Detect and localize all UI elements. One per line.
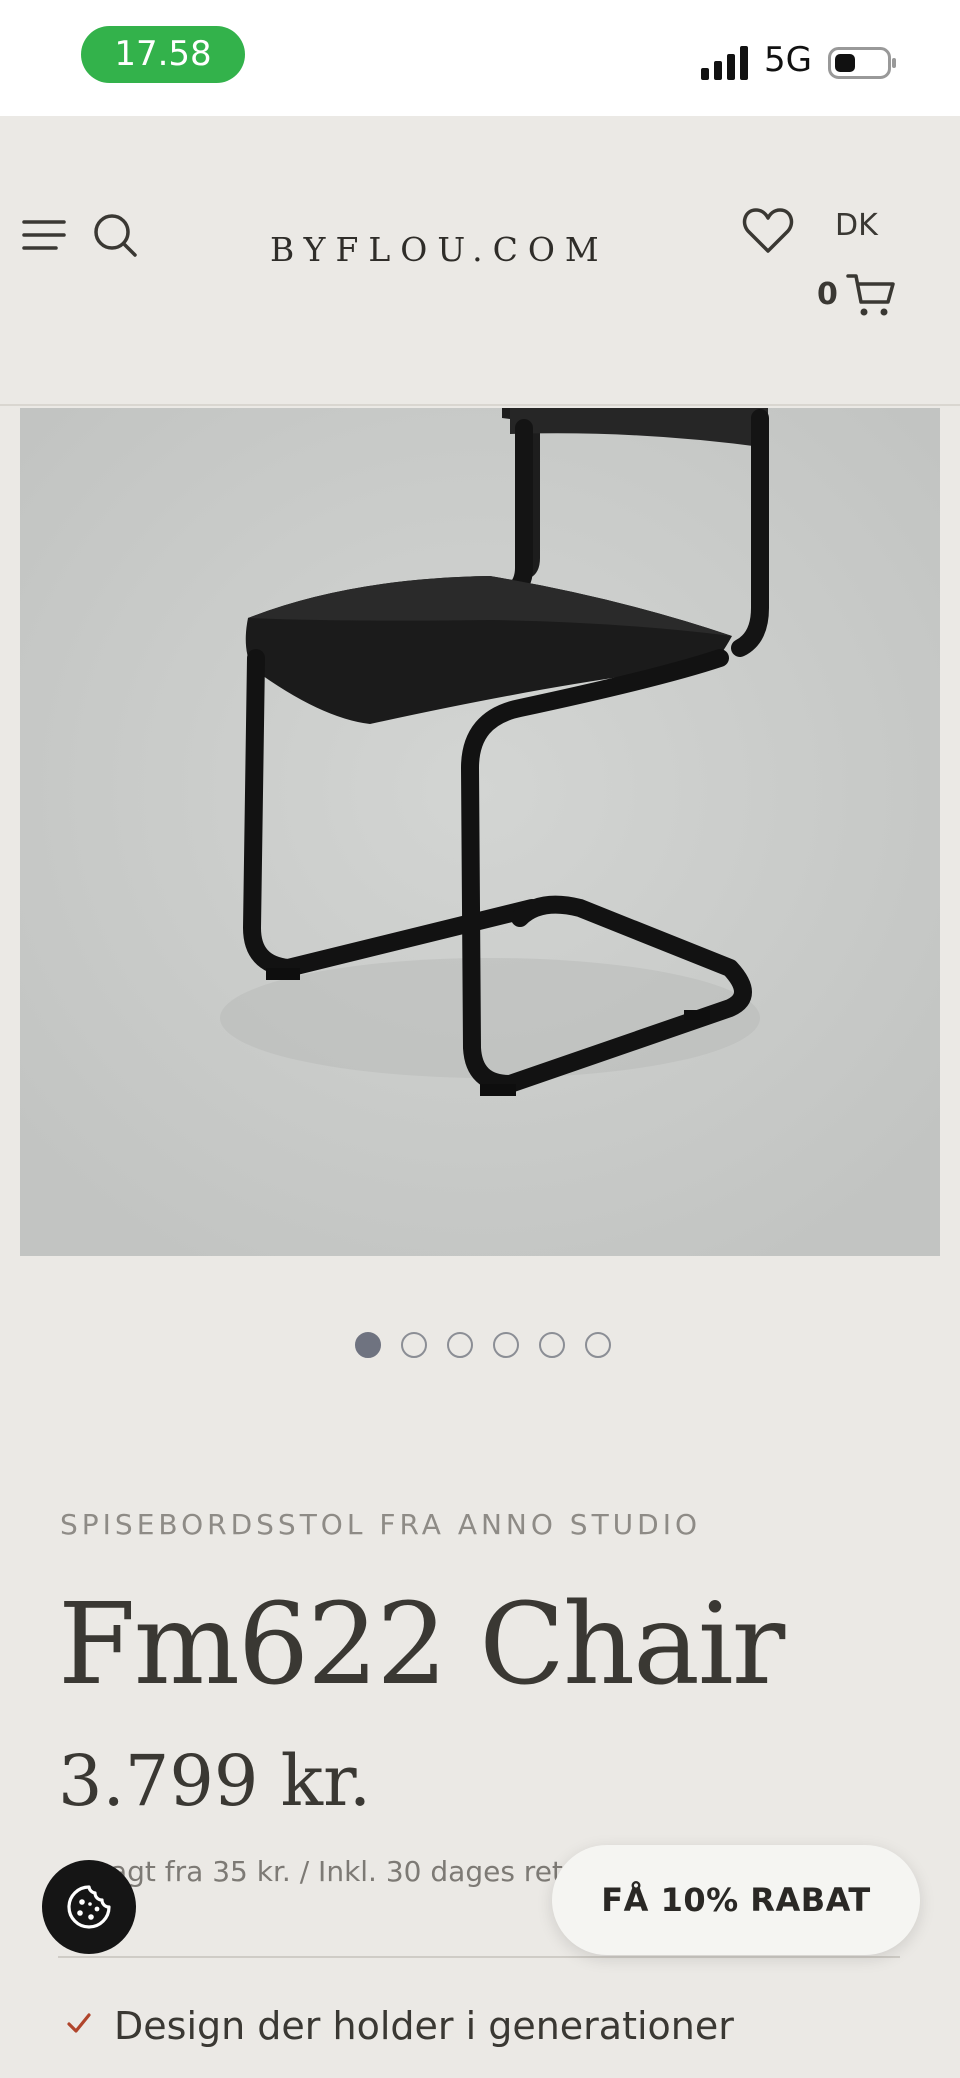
usp-item: Design der holder i generationer xyxy=(114,2004,734,2048)
product-page: 17.58 5G BYFLOU.COM DK 0 SPISEBORDSSTOL … xyxy=(0,0,960,2078)
menu-icon[interactable] xyxy=(22,218,66,252)
product-price: 3.799 kr. xyxy=(58,1740,372,1822)
cart-icon[interactable] xyxy=(846,272,896,320)
product-image[interactable] xyxy=(20,408,940,1256)
signal-icon xyxy=(701,46,748,80)
product-subtitle: SPISEBORDSSTOL FRA ANNO STUDIO xyxy=(60,1508,702,1541)
check-icon xyxy=(67,2013,91,2033)
discount-button[interactable]: FÅ 10% RABAT xyxy=(552,1845,920,1955)
search-icon[interactable] xyxy=(92,212,138,258)
cookie-icon xyxy=(67,1885,111,1929)
carousel-dot[interactable] xyxy=(401,1332,427,1358)
carousel-dot[interactable] xyxy=(447,1332,473,1358)
status-bar: 17.58 5G xyxy=(0,0,960,116)
carousel-dots xyxy=(355,1332,611,1360)
site-logo[interactable]: BYFLOU.COM xyxy=(270,230,670,269)
cart-count[interactable]: 0 xyxy=(817,277,838,312)
carousel-dot[interactable] xyxy=(585,1332,611,1358)
divider xyxy=(58,1956,900,1958)
network-type: 5G xyxy=(764,40,812,80)
heart-icon[interactable] xyxy=(742,207,794,255)
chair-illustration xyxy=(20,408,940,1256)
delivery-info: agt fra 35 kr. / Inkl. 30 dages returret xyxy=(110,1855,631,1888)
cookie-settings-button[interactable] xyxy=(42,1860,136,1954)
language-selector[interactable]: DK xyxy=(835,208,878,243)
carousel-dot[interactable] xyxy=(539,1332,565,1358)
carousel-dot[interactable] xyxy=(493,1332,519,1358)
battery-icon xyxy=(828,47,896,79)
carousel-dot[interactable] xyxy=(355,1332,381,1358)
product-title: Fm622 Chair xyxy=(58,1580,785,1710)
status-time: 17.58 xyxy=(81,26,245,83)
